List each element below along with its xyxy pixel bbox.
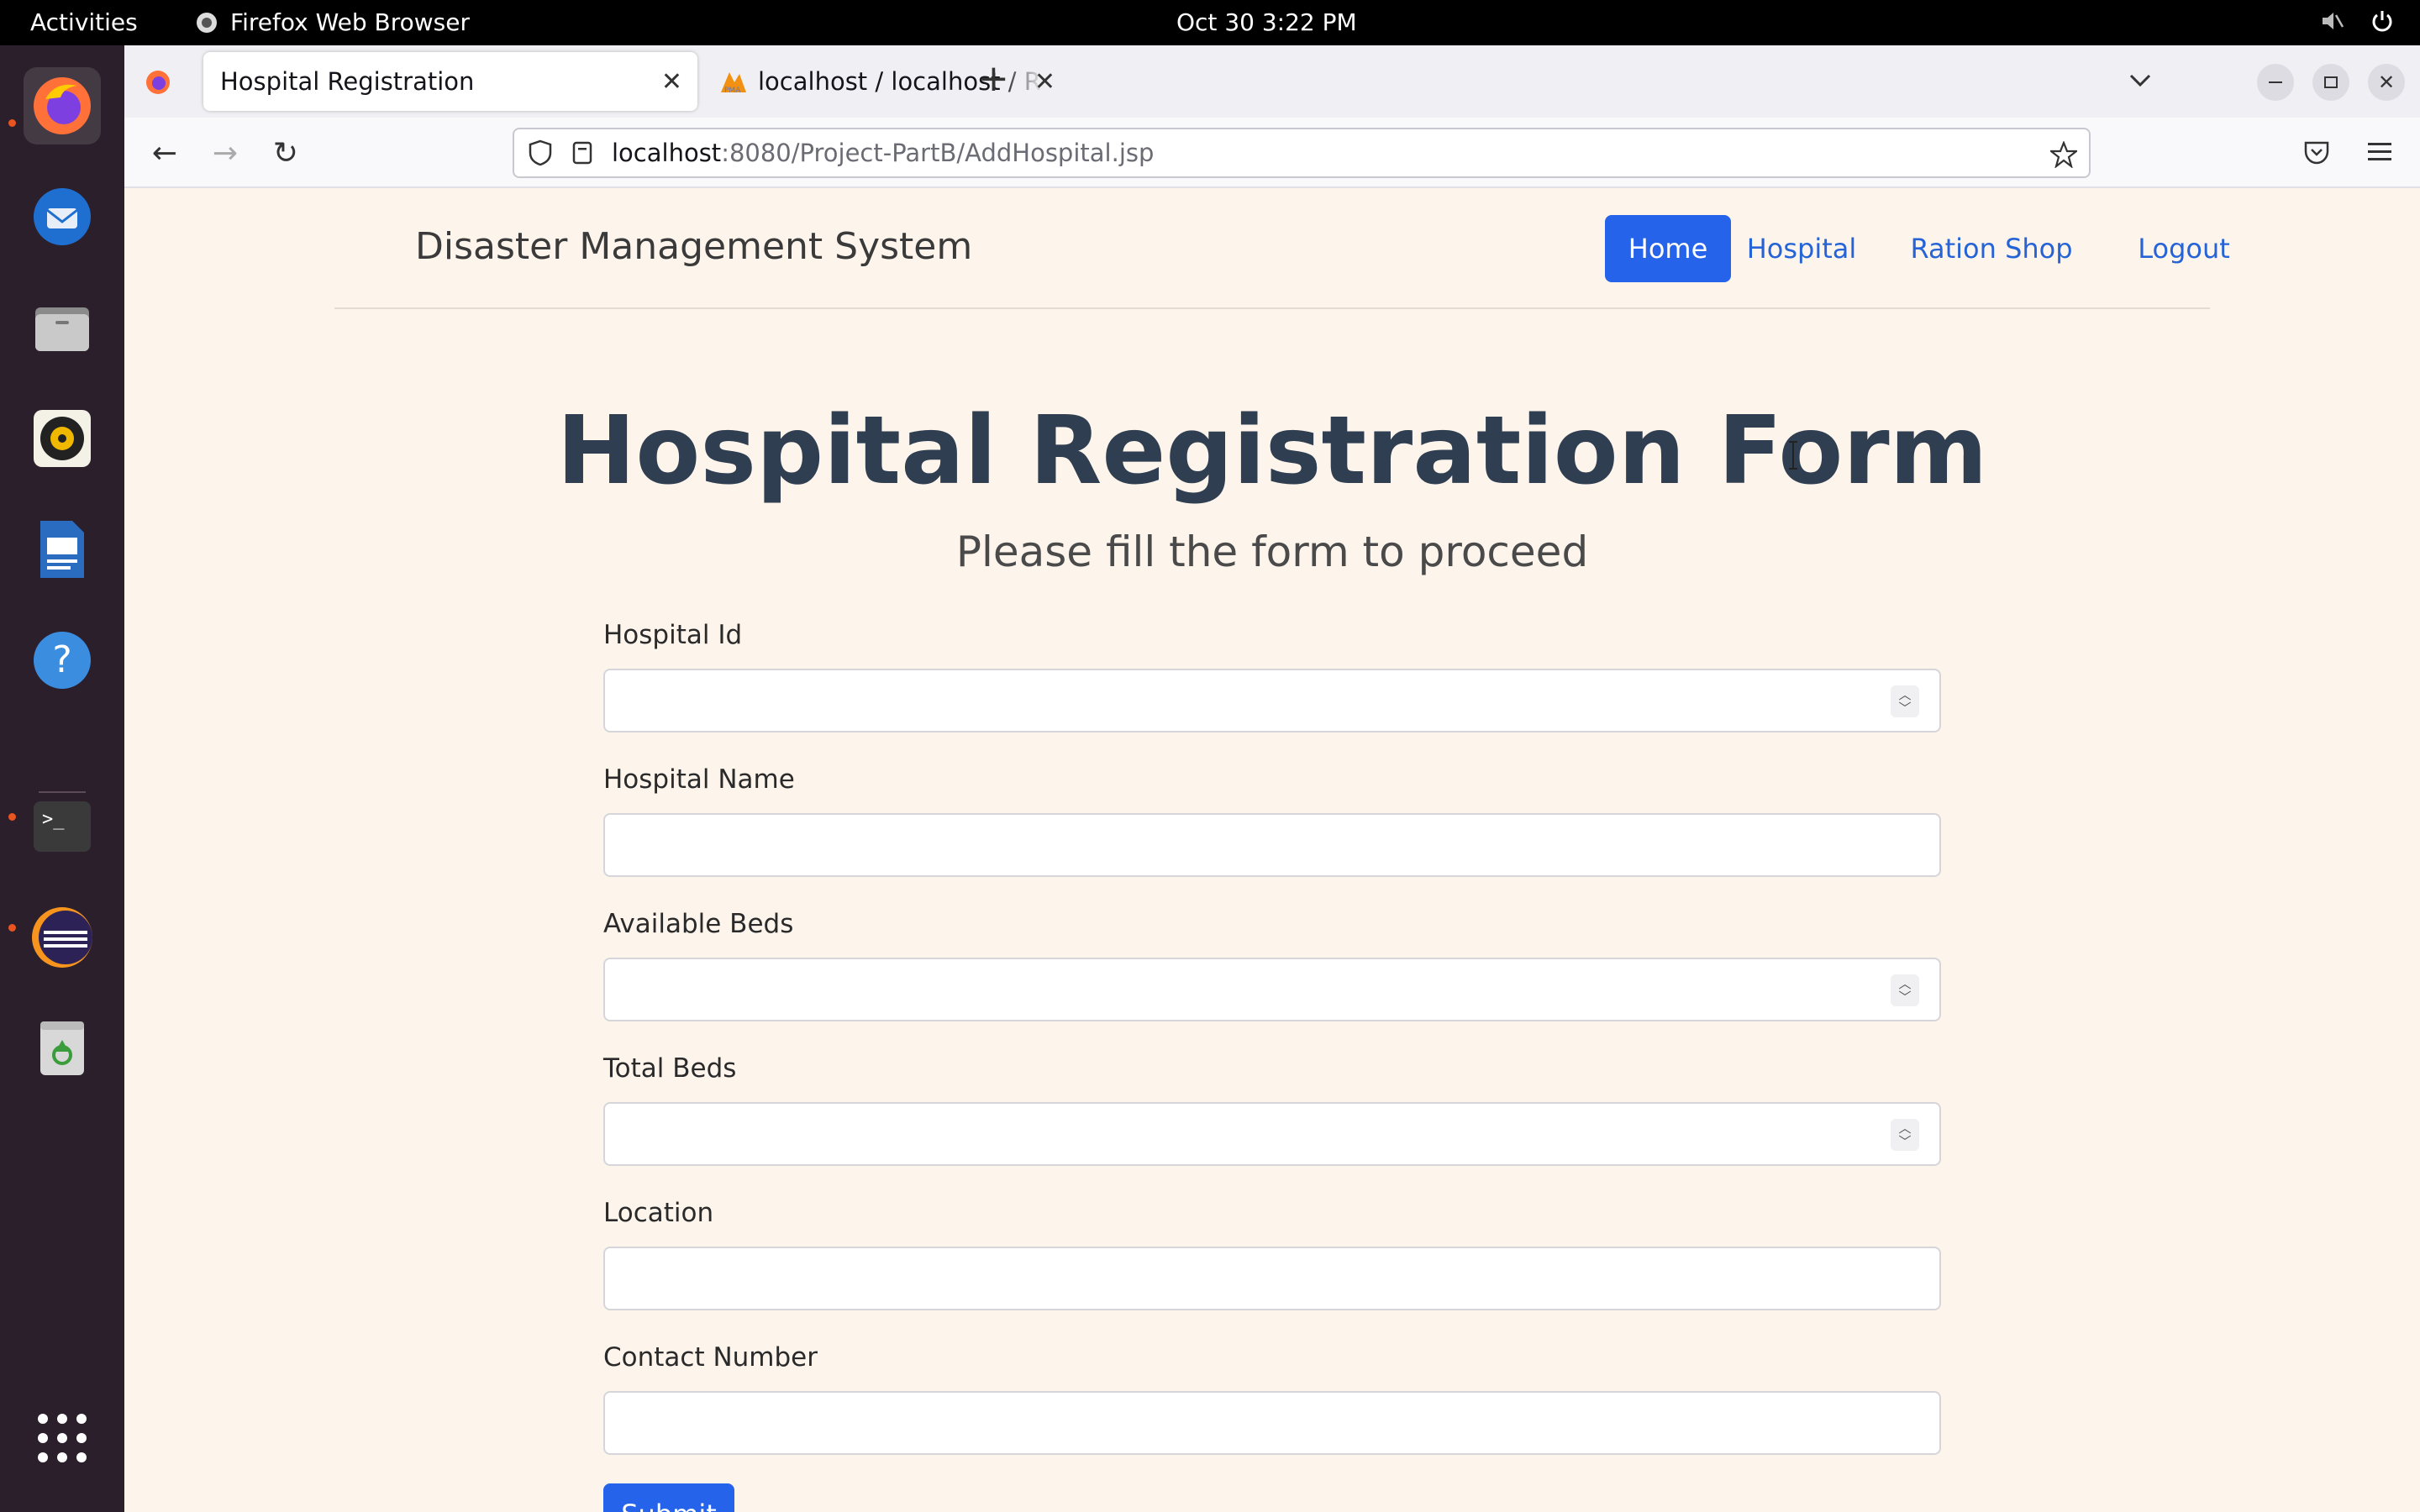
svg-text:PMA: PMA [724, 87, 741, 94]
maximize-icon[interactable] [2312, 64, 2349, 101]
number-spinner-icon[interactable]: ︿ ﹀ [1891, 974, 1919, 1006]
location-label: Location [603, 1198, 714, 1228]
app-menu[interactable]: Firefox Web Browser [195, 8, 470, 36]
system-tray[interactable] [2319, 8, 2395, 34]
minimize-icon[interactable] [2257, 64, 2294, 101]
navigation-toolbar: ← → ↻ localhost:8080/Project-PartB/AddHo… [124, 118, 2420, 188]
total-beds-label: Total Beds [603, 1053, 737, 1084]
phpmyadmin-icon: PMA [721, 72, 746, 94]
site-brand[interactable]: Disaster Management System [415, 225, 972, 268]
running-indicator [8, 813, 16, 821]
list-all-tabs-icon[interactable] [2128, 71, 2153, 91]
reload-icon[interactable]: ↻ [266, 134, 306, 171]
contact-number-label: Contact Number [603, 1342, 818, 1373]
firefox-view-icon[interactable] [145, 69, 171, 96]
total-beds-input[interactable]: ︿ ﹀ [603, 1102, 1941, 1166]
bookmark-star-icon[interactable] [2050, 141, 2077, 168]
page-subtitle: Please fill the form to proceed [955, 528, 1589, 576]
hospital-name-input[interactable] [603, 813, 1941, 877]
files-icon[interactable] [24, 289, 101, 366]
svg-text:>_: >_ [42, 809, 65, 830]
firefox-small-icon [197, 12, 217, 33]
eclipse-icon[interactable] [24, 899, 101, 976]
available-beds-input[interactable]: ︿ ﹀ [603, 958, 1941, 1021]
tab-strip: Hospital Registration ✕ PMA localhost / … [124, 45, 2420, 118]
number-spinner-icon[interactable]: ︿ ﹀ [1891, 685, 1919, 717]
close-window-icon[interactable]: ✕ [2368, 64, 2405, 101]
url-path: :8080/Project-PartB/AddHospital.jsp [721, 139, 1155, 167]
app-grid-icon[interactable] [24, 1399, 101, 1477]
available-beds-label: Available Beds [603, 909, 794, 939]
app-name: Firefox Web Browser [230, 8, 470, 36]
writer-icon[interactable] [24, 511, 101, 588]
page-content: Disaster Management System Home Hospital… [124, 188, 2420, 1512]
url-host: localhost [612, 139, 722, 167]
hospital-id-input[interactable]: ︿ ﹀ [603, 669, 1941, 732]
page-info-icon[interactable] [571, 140, 593, 165]
rhythmbox-icon[interactable] [24, 400, 101, 477]
nav-ration-shop[interactable]: Ration Shop [1889, 215, 2094, 282]
contact-number-input[interactable] [603, 1391, 1941, 1455]
text-cursor-icon [1789, 441, 1797, 470]
tab-phpmyadmin[interactable]: PMA localhost / localhost / Res ✕ [708, 52, 1071, 111]
url-text[interactable]: localhost:8080/Project-PartB/AddHospital… [612, 139, 1154, 167]
page-title: Hospital Registration Form [556, 396, 1988, 506]
new-tab-icon[interactable]: + [978, 57, 1009, 100]
location-input[interactable] [603, 1247, 1941, 1310]
menu-icon[interactable] [2366, 139, 2393, 165]
url-bar[interactable]: localhost:8080/Project-PartB/AddHospital… [513, 128, 2091, 178]
close-tab-icon[interactable]: ✕ [1034, 67, 1055, 97]
nav-home[interactable]: Home [1605, 215, 1731, 282]
svg-text:?: ? [52, 638, 71, 681]
forward-icon[interactable]: → [205, 134, 245, 171]
tab-hospital-registration[interactable]: Hospital Registration ✕ [203, 52, 697, 111]
running-indicator [8, 924, 16, 932]
power-icon [2372, 11, 2392, 32]
firefox-icon[interactable] [24, 67, 101, 144]
hospital-id-label: Hospital Id [603, 620, 743, 650]
clock[interactable]: Oct 30 3:22 PM [1176, 8, 1357, 36]
nav-hospital[interactable]: Hospital [1747, 215, 1857, 282]
activities-button[interactable]: Activities [30, 8, 138, 36]
shield-icon[interactable] [528, 139, 553, 166]
help-icon[interactable]: ? [24, 622, 101, 699]
nav-logout[interactable]: Logout [2092, 215, 2275, 282]
thunderbird-icon[interactable] [24, 178, 101, 255]
system-top-bar: Activities Firefox Web Browser Oct 30 3:… [0, 0, 2420, 45]
submit-button[interactable]: Submit [603, 1483, 734, 1512]
pocket-icon[interactable] [2302, 138, 2331, 166]
trash-icon[interactable] [24, 1010, 101, 1087]
close-tab-icon[interactable]: ✕ [661, 67, 682, 97]
back-icon[interactable]: ← [145, 134, 185, 171]
header-divider [334, 307, 2210, 309]
hospital-name-label: Hospital Name [603, 764, 795, 795]
running-indicator [8, 119, 16, 127]
volume-muted-icon [2323, 13, 2344, 29]
dock: ? >_ [0, 45, 124, 1512]
number-spinner-icon[interactable]: ︿ ﹀ [1891, 1119, 1919, 1151]
tab-label: Hospital Registration [220, 67, 475, 96]
terminal-icon[interactable]: >_ [24, 788, 101, 865]
